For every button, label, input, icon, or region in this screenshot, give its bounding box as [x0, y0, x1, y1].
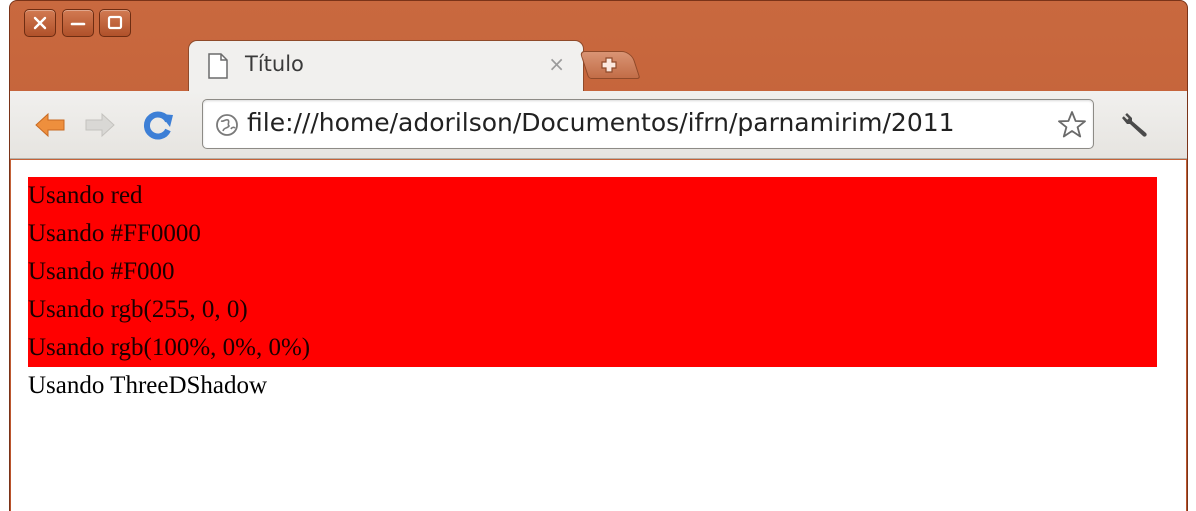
- globe-icon: [216, 114, 238, 136]
- red-line-1: Usando red: [28, 182, 143, 209]
- minimize-icon: [70, 22, 86, 26]
- threedshadow-line: Usando ThreeDShadow: [28, 372, 268, 399]
- red-line-3: Usando #F000: [28, 258, 175, 285]
- browser-window: Título × file:///home/adorilson/Document…: [9, 0, 1188, 511]
- new-tab-button[interactable]: [579, 51, 641, 79]
- red-line-4: Usando rgb(255, 0, 0): [28, 296, 248, 323]
- plus-icon: [601, 57, 617, 73]
- tab-close-icon[interactable]: ×: [548, 52, 565, 76]
- address-bar[interactable]: file:///home/adorilson/Documentos/ifrn/p…: [202, 99, 1094, 149]
- page-content: Usando red Usando #FF0000 Usando #F000 U…: [11, 160, 1186, 511]
- browser-tab[interactable]: Título ×: [188, 40, 584, 92]
- url-text[interactable]: file:///home/adorilson/Documentos/ifrn/p…: [247, 108, 1047, 137]
- red-line-5: Usando rgb(100%, 0%, 0%): [28, 334, 311, 361]
- toolbar: file:///home/adorilson/Documentos/ifrn/p…: [10, 91, 1187, 159]
- star-icon[interactable]: [1057, 110, 1087, 140]
- red-background-block: Usando red Usando #FF0000 Usando #F000 U…: [28, 177, 1157, 367]
- close-icon: [33, 16, 47, 30]
- red-line-2: Usando #FF0000: [28, 220, 201, 247]
- maximize-icon: [107, 15, 123, 30]
- reload-icon[interactable]: [140, 107, 176, 143]
- page-icon: [208, 53, 228, 79]
- back-arrow-icon[interactable]: [32, 107, 68, 143]
- wrench-icon[interactable]: [1118, 109, 1152, 141]
- tab-title: Título: [245, 52, 304, 76]
- window-maximize-button[interactable]: [99, 9, 131, 37]
- window-close-button[interactable]: [24, 9, 56, 37]
- forward-arrow-icon[interactable]: [82, 107, 118, 143]
- window-minimize-button[interactable]: [62, 9, 94, 37]
